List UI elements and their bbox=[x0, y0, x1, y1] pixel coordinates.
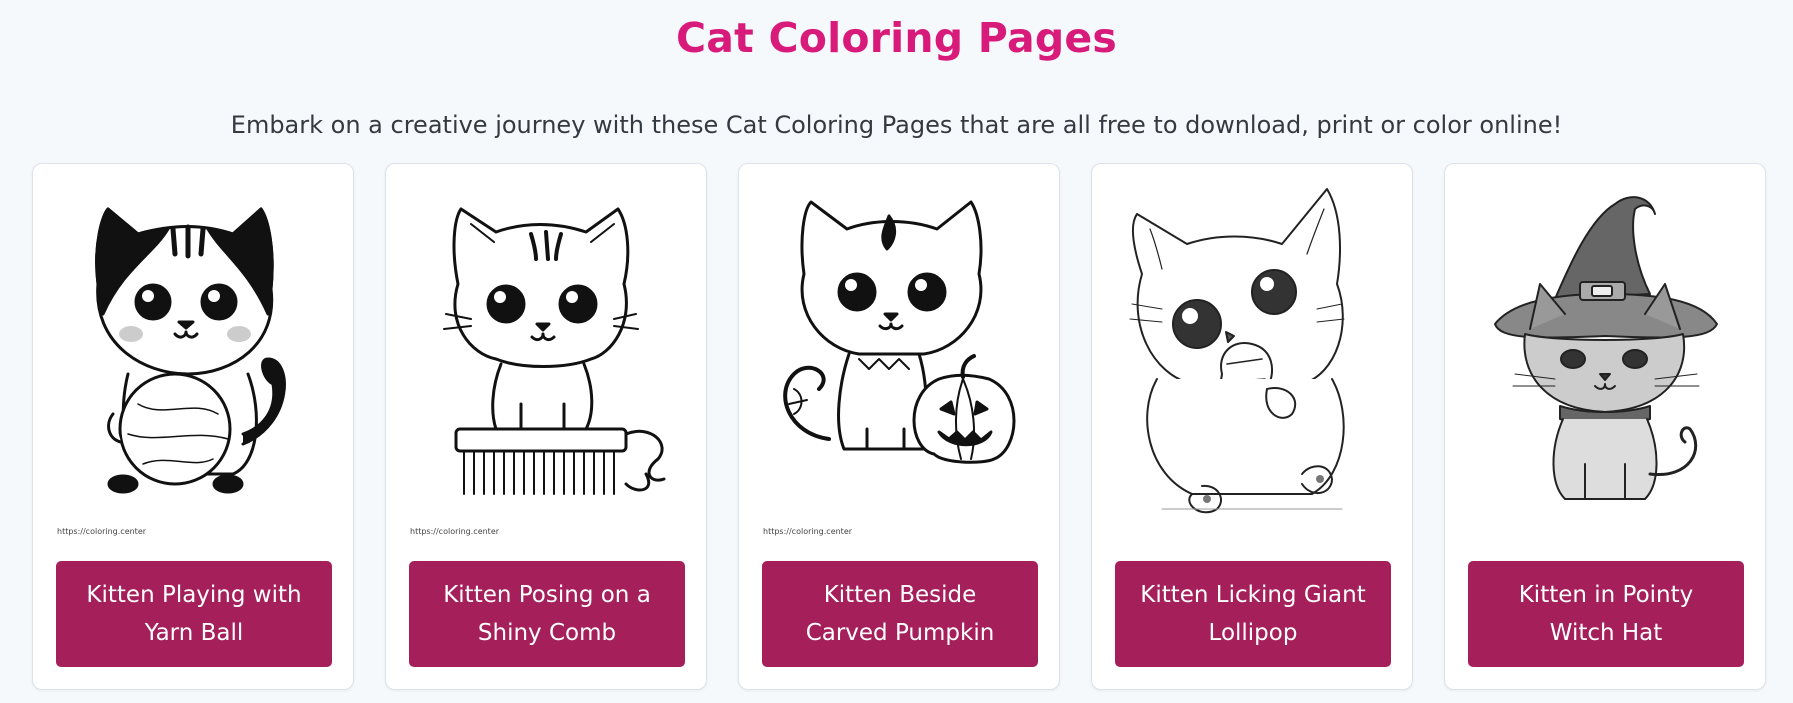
card-title-button[interactable]: Kitten in Pointy Witch Hat bbox=[1468, 561, 1744, 667]
kitten-yarn-ball-icon[interactable] bbox=[43, 174, 343, 544]
coloring-card: Kitten in Pointy Witch Hat bbox=[1444, 163, 1766, 690]
watermark-text: https://coloring.center bbox=[410, 527, 500, 536]
card-grid: https://coloring.center Kitten Playing w… bbox=[32, 163, 1766, 690]
kitten-witch-hat-icon[interactable] bbox=[1455, 174, 1755, 544]
coloring-card: https://coloring.center Kitten Posing on… bbox=[385, 163, 707, 690]
watermark-text: https://coloring.center bbox=[57, 527, 147, 536]
watermark-text: https://coloring.center bbox=[763, 527, 853, 536]
kitten-lollipop-icon[interactable] bbox=[1102, 174, 1402, 544]
kitten-comb-icon[interactable] bbox=[396, 174, 696, 544]
card-title-button[interactable]: Kitten Playing with Yarn Ball bbox=[56, 561, 332, 667]
page-subtitle: Embark on a creative journey with these … bbox=[230, 111, 1563, 139]
page: Cat Coloring Pages Embark on a creative … bbox=[0, 0, 1793, 703]
coloring-card: https://coloring.center Kitten Beside Ca… bbox=[738, 163, 1060, 690]
coloring-card: Kitten Licking Giant Lollipop bbox=[1091, 163, 1413, 690]
page-title: Cat Coloring Pages bbox=[676, 14, 1117, 62]
kitten-pumpkin-icon[interactable] bbox=[749, 174, 1049, 544]
card-title-button[interactable]: Kitten Licking Giant Lollipop bbox=[1115, 561, 1391, 667]
coloring-card: https://coloring.center Kitten Playing w… bbox=[32, 163, 354, 690]
card-title-button[interactable]: Kitten Posing on a Shiny Comb bbox=[409, 561, 685, 667]
card-title-button[interactable]: Kitten Beside Carved Pumpkin bbox=[762, 561, 1038, 667]
